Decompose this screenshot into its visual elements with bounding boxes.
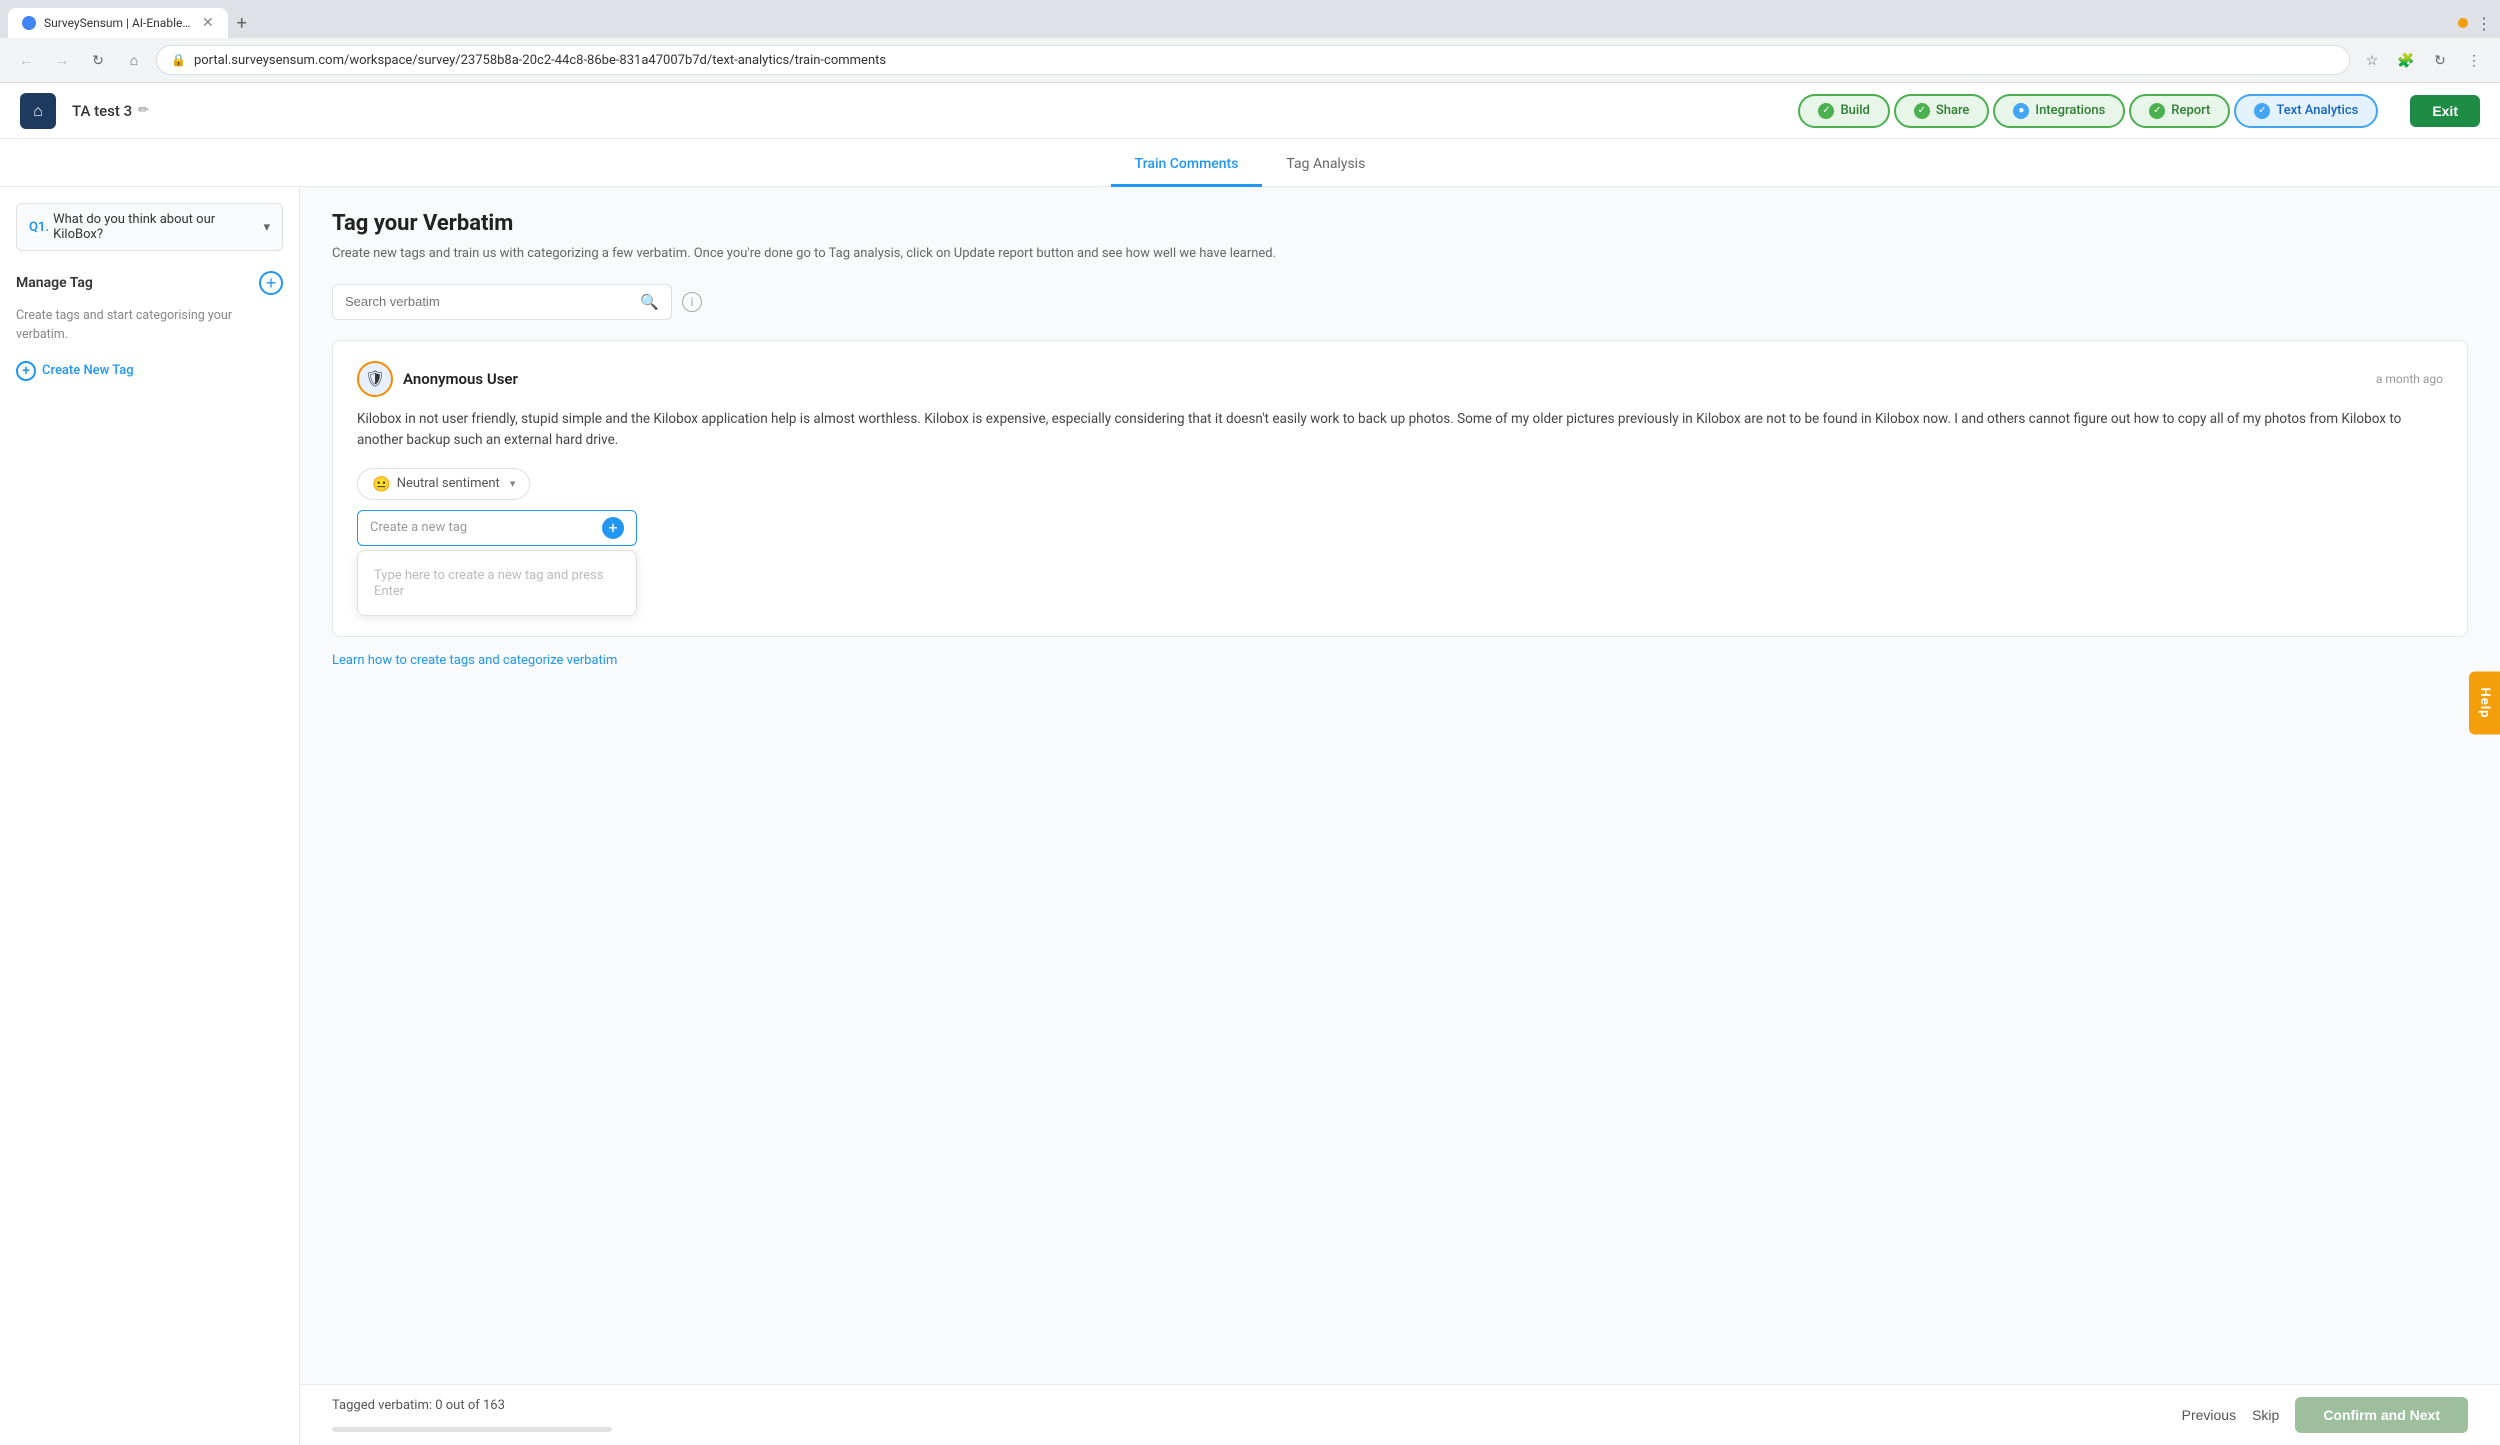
sidebar: Q1. What do you think about our KiloBox?…: [0, 187, 300, 1445]
lock-icon: 🔒: [171, 53, 186, 67]
user-name: Anonymous User: [403, 370, 518, 388]
main-layout: Q1. What do you think about our KiloBox?…: [0, 187, 2500, 1445]
nav-tab-share[interactable]: ✓ Share: [1894, 94, 1990, 128]
content-area: Tag your Verbatim Create new tags and tr…: [300, 187, 2500, 1384]
question-dropdown[interactable]: Q1. What do you think about our KiloBox?…: [16, 203, 283, 251]
nav-tab-build-label: Build: [1840, 103, 1869, 118]
browser-chrome: SurveySensum | AI-Enabled E... ✕ + ⋮ ← →…: [0, 0, 2500, 83]
text-analytics-check-icon: ✓: [2254, 103, 2270, 119]
nav-tab-text-analytics-label: Text Analytics: [2276, 103, 2358, 118]
extension-button[interactable]: 🧩: [2392, 46, 2420, 74]
learn-link[interactable]: Learn how to create tags and categorize …: [332, 653, 2468, 668]
browser-tabs: SurveySensum | AI-Enabled E... ✕ + ⋮: [0, 0, 2500, 38]
exit-button[interactable]: Exit: [2410, 95, 2480, 127]
verbatim-text: Kilobox in not user friendly, stupid sim…: [357, 409, 2443, 452]
time-ago: a month ago: [2376, 372, 2443, 386]
integrations-loading-icon: ●: [2013, 103, 2029, 119]
create-new-tag-label: Create New Tag: [42, 363, 134, 378]
sub-tab-train-comments[interactable]: Train Comments: [1111, 144, 1263, 187]
profile-button[interactable]: ↻: [2426, 46, 2454, 74]
create-new-tag-link[interactable]: + Create New Tag: [16, 361, 283, 381]
forward-button[interactable]: →: [48, 46, 76, 74]
sub-tabs: Train Comments Tag Analysis: [0, 139, 2500, 187]
home-icon: ⌂: [33, 101, 43, 121]
project-name[interactable]: TA test 3 ✏: [72, 102, 149, 120]
home-button[interactable]: ⌂: [20, 93, 56, 129]
nav-tab-report[interactable]: ✓ Report: [2129, 94, 2230, 128]
avatar-icon: 🛡: [365, 369, 385, 388]
nav-tabs: ✓ Build ✓ Share ● Integrations ✓ Report …: [1798, 94, 2378, 128]
verbatim-header: 🛡 Anonymous User a month ago: [357, 361, 2443, 397]
bookmark-button[interactable]: ☆: [2358, 46, 2386, 74]
browser-action-buttons: ☆ 🧩 ↻ ⋮: [2358, 46, 2488, 74]
content-wrapper: Tag your Verbatim Create new tags and tr…: [300, 187, 2500, 1445]
bottom-left: Tagged verbatim: 0 out of 163: [332, 1398, 612, 1432]
bottom-actions: Previous Skip Confirm and Next: [2182, 1397, 2468, 1433]
create-tag-plus-icon[interactable]: +: [602, 517, 624, 539]
sub-tab-tag-analysis[interactable]: Tag Analysis: [1262, 144, 1389, 187]
help-button[interactable]: Help: [2469, 672, 2500, 735]
dropdown-arrow-icon: ▾: [263, 220, 270, 235]
search-bar-row: 🔍 i: [332, 284, 2468, 320]
reload-button[interactable]: ↻: [84, 46, 112, 74]
browser-tab[interactable]: SurveySensum | AI-Enabled E... ✕: [8, 8, 228, 38]
question-label: Q1.: [29, 220, 49, 235]
add-manage-tag-button[interactable]: +: [259, 271, 283, 295]
bottom-bar: Tagged verbatim: 0 out of 163 Previous S…: [300, 1384, 2500, 1445]
more-options-button[interactable]: ⋮: [2460, 46, 2488, 74]
search-icon[interactable]: 🔍: [640, 293, 659, 311]
edit-project-icon[interactable]: ✏: [138, 103, 149, 118]
create-tag-input[interactable]: Create a new tag +: [357, 510, 637, 546]
sentiment-arrow-icon: ▾: [510, 477, 516, 490]
search-input[interactable]: [345, 294, 632, 309]
nav-tab-share-label: Share: [1936, 103, 1970, 118]
nav-tab-text-analytics[interactable]: ✓ Text Analytics: [2234, 94, 2378, 128]
browser-dot: [2458, 18, 2468, 28]
info-icon[interactable]: i: [682, 292, 702, 312]
tag-dropdown-popup: Type here to create a new tag and press …: [357, 550, 637, 616]
page-title: Tag your Verbatim: [332, 211, 2468, 236]
tag-input-hint: Type here to create a new tag and press …: [374, 568, 603, 599]
home-nav-button[interactable]: ⌂: [120, 46, 148, 74]
share-check-icon: ✓: [1914, 103, 1930, 119]
tab-title: SurveySensum | AI-Enabled E...: [44, 16, 194, 30]
progress-bar-wrap: [332, 1427, 612, 1432]
tab-close-icon[interactable]: ✕: [202, 15, 214, 31]
sentiment-icon: 😐: [372, 475, 391, 493]
app-header: ⌂ TA test 3 ✏ ✓ Build ✓ Share ● Integrat…: [0, 83, 2500, 139]
nav-tab-integrations-label: Integrations: [2035, 103, 2105, 118]
create-tag-placeholder: Create a new tag: [370, 520, 594, 535]
tab-favicon: [22, 16, 36, 30]
manage-tag-header: Manage Tag +: [16, 271, 283, 295]
build-check-icon: ✓: [1818, 103, 1834, 119]
search-input-wrap[interactable]: 🔍: [332, 284, 672, 320]
sentiment-label: Neutral sentiment: [397, 476, 500, 491]
nav-tab-integrations[interactable]: ● Integrations: [1993, 94, 2125, 128]
url-bar[interactable]: 🔒 portal.surveysensum.com/workspace/surv…: [156, 45, 2350, 75]
skip-button[interactable]: Skip: [2252, 1407, 2279, 1423]
sentiment-dropdown[interactable]: 😐 Neutral sentiment ▾: [357, 468, 530, 500]
question-text: What do you think about our KiloBox?: [53, 212, 263, 242]
sentiment-row: 😐 Neutral sentiment ▾: [357, 468, 2443, 500]
confirm-next-button[interactable]: Confirm and Next: [2295, 1397, 2468, 1433]
nav-tab-report-label: Report: [2171, 103, 2210, 118]
avatar: 🛡: [357, 361, 393, 397]
plus-circle-icon: +: [16, 361, 36, 381]
back-button[interactable]: ←: [12, 46, 40, 74]
new-tab-button[interactable]: +: [228, 9, 256, 37]
url-text: portal.surveysensum.com/workspace/survey…: [194, 53, 2335, 68]
previous-button[interactable]: Previous: [2182, 1407, 2236, 1423]
verbatim-card: 🛡 Anonymous User a month ago Kilobox in …: [332, 340, 2468, 637]
nav-tab-build[interactable]: ✓ Build: [1798, 94, 1889, 128]
manage-tag-title: Manage Tag: [16, 275, 93, 291]
sidebar-description: Create tags and start categorising your …: [16, 307, 283, 345]
browser-address-bar: ← → ↻ ⌂ 🔒 portal.surveysensum.com/worksp…: [0, 38, 2500, 82]
browser-menu-icon[interactable]: ⋮: [2476, 14, 2492, 33]
project-name-text: TA test 3: [72, 102, 132, 120]
page-description: Create new tags and train us with catego…: [332, 244, 2468, 264]
user-info: 🛡 Anonymous User: [357, 361, 518, 397]
report-check-icon: ✓: [2149, 103, 2165, 119]
